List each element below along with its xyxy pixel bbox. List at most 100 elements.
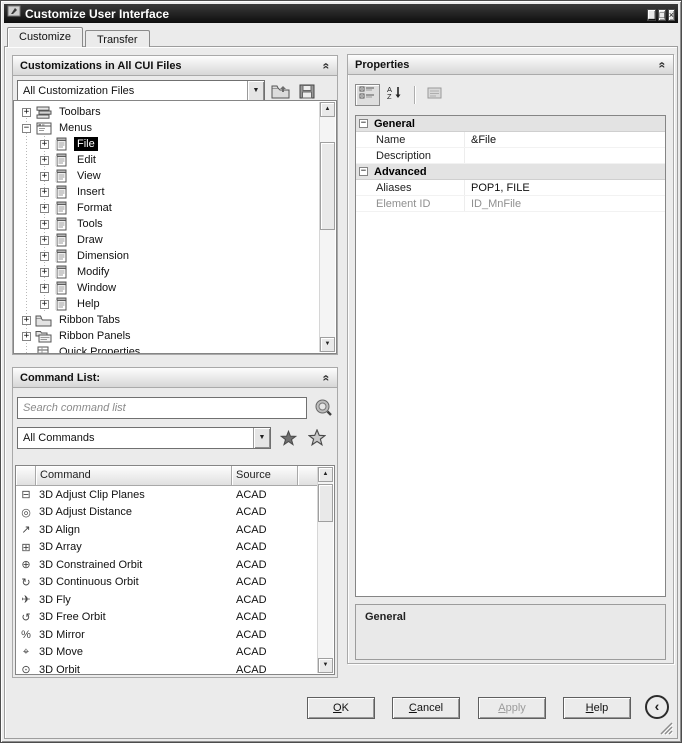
apply-button[interactable]: Apply (478, 697, 546, 719)
tree-item-help[interactable]: + Help (14, 296, 336, 312)
property-row-element-id[interactable]: Element IDID_MnFile (356, 196, 665, 212)
command-row-3d-align[interactable]: ↗3D AlignACAD (16, 521, 334, 539)
save-cui-button[interactable] (295, 81, 319, 102)
expand-icon[interactable]: + (40, 188, 49, 197)
property-category-advanced[interactable]: −Advanced (356, 164, 665, 180)
tree-item-menus[interactable]: −Menus (14, 120, 336, 136)
collapse-dialog-button[interactable]: ‹ (645, 695, 669, 719)
collapse-node-icon[interactable]: − (359, 167, 368, 176)
tree-item-ribbon-panels[interactable]: + Ribbon Panels (14, 328, 336, 344)
tree-item-ribbon-tabs[interactable]: +Ribbon Tabs (14, 312, 336, 328)
command-row-3d-constrained-orbit[interactable]: ⊕3D Constrained OrbitACAD (16, 556, 334, 574)
property-pages-button[interactable] (422, 84, 447, 106)
command-row-3d-orbit[interactable]: ⊙3D OrbitACAD (16, 661, 334, 675)
tree-scrollbar-thumb[interactable] (320, 142, 335, 230)
titlebar[interactable]: Customize User Interface ▁□× (4, 4, 678, 23)
tree-item-format[interactable]: +Format (14, 200, 336, 216)
expand-icon[interactable]: + (40, 236, 49, 245)
source-cell: ACAD (232, 611, 298, 623)
tree-item-label: Help (74, 297, 103, 311)
expand-icon[interactable]: + (40, 300, 49, 309)
collapse-node-icon[interactable]: − (22, 124, 31, 133)
property-value[interactable] (464, 148, 665, 163)
command-row-3d-mirror[interactable]: %3D MirrorACAD (16, 626, 334, 644)
command-column-header[interactable]: Command (36, 466, 232, 486)
command-scrollbar-thumb[interactable] (318, 484, 333, 522)
command-row-3d-adjust-clip-planes[interactable]: ⊟3D Adjust Clip PlanesACAD (16, 486, 334, 504)
minimize-button[interactable]: ▁ (647, 9, 656, 21)
scroll-up-icon[interactable]: ▲ (318, 467, 333, 482)
property-value[interactable]: POP1, FILE (464, 180, 665, 195)
create-new-command-button[interactable] (276, 428, 300, 449)
tree-item-insert[interactable]: +Insert (14, 184, 336, 200)
expand-icon[interactable]: + (22, 108, 31, 117)
scroll-down-icon[interactable]: ▼ (318, 658, 333, 673)
resize-grip[interactable] (659, 721, 673, 735)
command-row-3d-adjust-distance[interactable]: ◎3D Adjust DistanceACAD (16, 504, 334, 522)
cancel-button[interactable]: Cancel (392, 697, 460, 719)
customizations-panel-header[interactable]: Customizations in All CUI Files « (13, 56, 337, 76)
maximize-button[interactable]: □ (658, 9, 665, 21)
collapse-chevron-icon[interactable]: « (320, 62, 334, 69)
tree-item-file[interactable]: +File (14, 136, 336, 152)
scroll-down-icon[interactable]: ▼ (320, 337, 335, 352)
tree-item-draw[interactable]: +Draw (14, 232, 336, 248)
command-row-3d-free-orbit[interactable]: ↺3D Free OrbitACAD (16, 609, 334, 627)
collapse-chevron-icon[interactable]: « (320, 374, 334, 381)
expand-icon[interactable]: + (40, 204, 49, 213)
command-list-header[interactable]: Command List: « (13, 368, 337, 388)
property-row-name[interactable]: Name&File (356, 132, 665, 148)
search-icon[interactable] (311, 397, 335, 418)
properties-header[interactable]: Properties « (348, 55, 673, 75)
expand-icon[interactable]: + (40, 252, 49, 261)
collapse-chevron-icon[interactable]: « (656, 61, 670, 68)
expand-icon[interactable]: + (40, 268, 49, 277)
expand-icon[interactable]: + (22, 332, 31, 341)
ok-button[interactable]: OK (307, 697, 375, 719)
tab-customize[interactable]: Customize (7, 27, 83, 47)
scroll-up-icon[interactable]: ▲ (320, 102, 335, 117)
find-command-button[interactable] (305, 428, 329, 449)
expand-icon[interactable]: + (40, 140, 49, 149)
command-row-3d-array[interactable]: ⊞3D ArrayACAD (16, 539, 334, 557)
close-button[interactable]: × (668, 9, 675, 21)
tree-item-toolbars[interactable]: +Toolbars (14, 104, 336, 120)
command-row-3d-continuous-orbit[interactable]: ↻3D Continuous OrbitACAD (16, 574, 334, 592)
command-row-3d-fly[interactable]: ✈3D FlyACAD (16, 591, 334, 609)
cui-file-dropdown[interactable]: All Customization Files ▼ (17, 80, 265, 102)
command-filter-dropdown[interactable]: All Commands ▼ (17, 427, 271, 449)
dropdown-arrow-icon[interactable]: ▼ (253, 428, 270, 448)
icon-column-header[interactable] (16, 466, 36, 486)
expand-icon[interactable]: + (40, 156, 49, 165)
tree-scrollbar[interactable]: ▲ ▼ (319, 102, 335, 352)
load-partial-cui-button[interactable] (268, 81, 292, 102)
property-row-description[interactable]: Description (356, 148, 665, 164)
menu-icon (53, 217, 70, 231)
tree-item-dimension[interactable]: +Dimension (14, 248, 336, 264)
tree-item-view[interactable]: +View (14, 168, 336, 184)
tab-transfer[interactable]: Transfer (85, 30, 150, 47)
help-button[interactable]: Help (563, 697, 631, 719)
expand-icon[interactable]: + (40, 284, 49, 293)
dropdown-arrow-icon[interactable]: ▼ (247, 81, 264, 101)
command-search-input[interactable] (17, 397, 307, 419)
tree-item-tools[interactable]: +Tools (14, 216, 336, 232)
property-value[interactable]: ID_MnFile (464, 196, 665, 211)
tree-item-quick-properties[interactable]: Quick Properties (14, 344, 336, 354)
sort-alphabetical-button[interactable]: AZ (382, 84, 407, 106)
expand-icon[interactable]: + (22, 316, 31, 325)
collapse-node-icon[interactable]: − (359, 119, 368, 128)
command-row-3d-move[interactable]: ⌖3D MoveACAD (16, 644, 334, 662)
property-category-general[interactable]: −General (356, 116, 665, 132)
property-value[interactable]: &File (464, 132, 665, 147)
tree-item-modify[interactable]: +Modify (14, 264, 336, 280)
expand-icon[interactable]: + (40, 220, 49, 229)
expand-icon[interactable]: + (40, 172, 49, 181)
command-table-scrollbar[interactable]: ▲ ▼ (317, 467, 333, 673)
property-row-aliases[interactable]: AliasesPOP1, FILE (356, 180, 665, 196)
categorized-view-button[interactable] (355, 84, 380, 106)
tree-item-window[interactable]: +Window (14, 280, 336, 296)
tree-item-label: Ribbon Panels (56, 329, 134, 343)
tree-item-edit[interactable]: +Edit (14, 152, 336, 168)
source-column-header[interactable]: Source (232, 466, 298, 486)
